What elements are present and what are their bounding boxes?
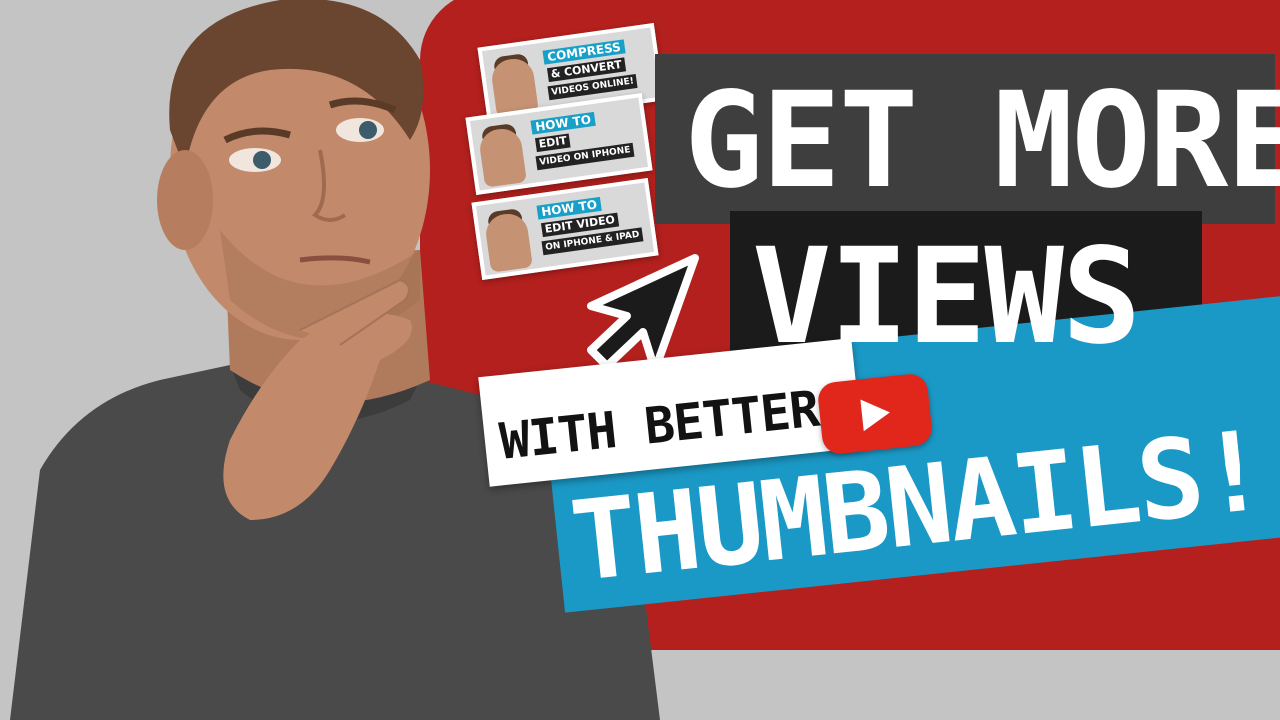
thumbnail-face <box>483 211 533 273</box>
thumbnail-mid-label: EDIT <box>534 133 571 153</box>
play-triangle-icon <box>860 396 892 432</box>
thumbnail-face <box>477 126 527 188</box>
headline-line-2: VIEWS <box>752 220 1141 374</box>
thumbnail-top-label: HOW TO <box>530 111 596 135</box>
youtube-play-icon <box>816 372 934 456</box>
headline-line-1: GET MORE <box>684 64 1280 218</box>
thumbnail-canvas: COMPRESS & CONVERT VIDEOS ONLINE! HOW TO… <box>0 0 1280 720</box>
